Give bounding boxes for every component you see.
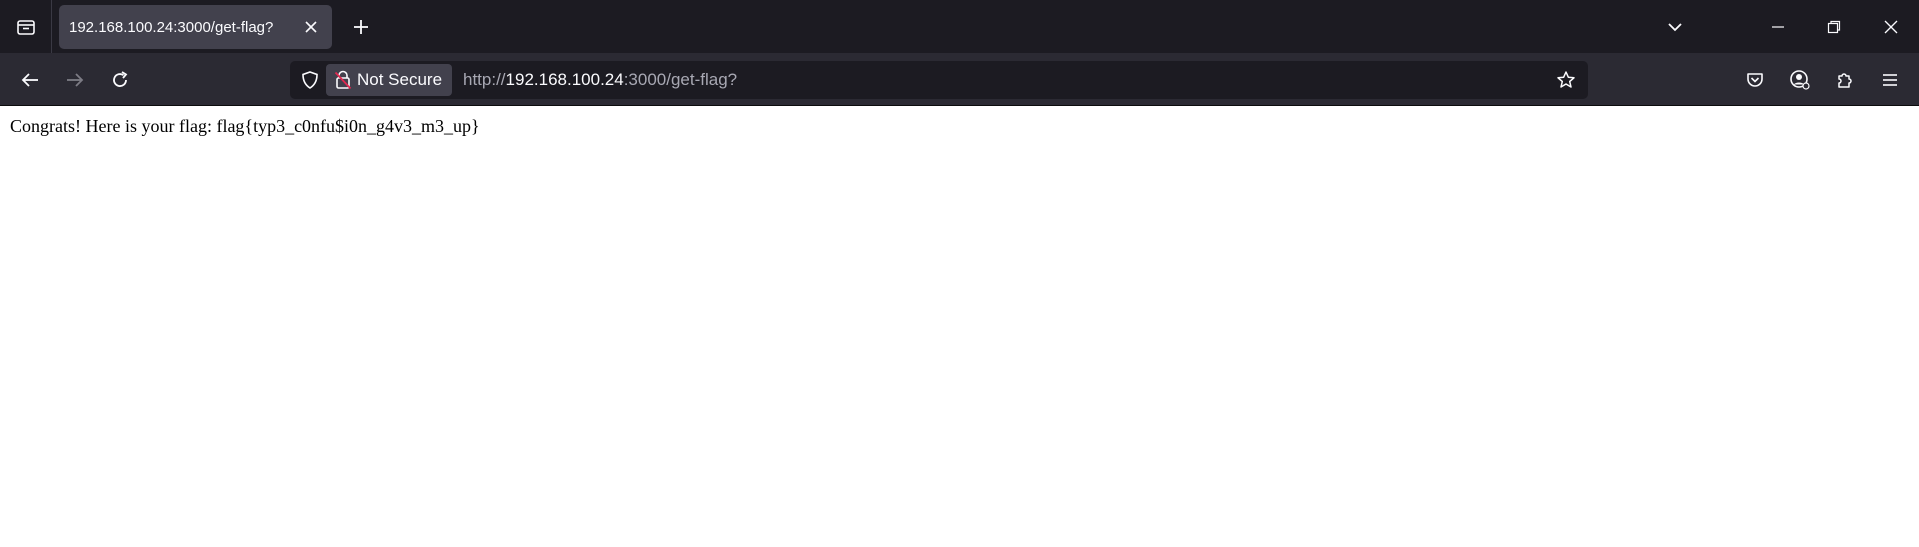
- pocket-icon: [1747, 73, 1763, 87]
- navigation-toolbar: Not Secure http://192.168.100.24:3000/ge…: [0, 53, 1919, 106]
- tab-active[interactable]: 192.168.100.24:3000/get-flag?: [59, 5, 332, 49]
- extensions-button[interactable]: [1828, 63, 1862, 97]
- tab-title: 192.168.100.24:3000/get-flag?: [69, 18, 274, 36]
- tab-list-button[interactable]: [0, 0, 52, 53]
- chevron-down-icon: [1668, 23, 1682, 32]
- url-text[interactable]: http://192.168.100.24:3000/get-flag?: [463, 70, 737, 90]
- pocket-button[interactable]: [1738, 63, 1772, 97]
- tracking-protection-button[interactable]: [296, 66, 324, 94]
- insecure-lock-icon: [334, 70, 352, 90]
- close-icon: [305, 21, 317, 33]
- not-secure-label: Not Secure: [357, 70, 443, 89]
- reload-icon: [113, 71, 128, 87]
- minimize-button[interactable]: [1755, 0, 1801, 53]
- forward-button[interactable]: [58, 63, 92, 97]
- application-menu-button[interactable]: [1873, 63, 1907, 97]
- flag-message: Congrats! Here is your flag: flag{typ3_c…: [10, 116, 480, 136]
- extensions-icon: [1838, 73, 1852, 88]
- account-icon: [1790, 70, 1810, 90]
- window-close-button[interactable]: [1868, 0, 1914, 53]
- forward-arrow-icon: [67, 73, 84, 87]
- url-path: :3000/get-flag?: [623, 70, 738, 89]
- url-bar[interactable]: Not Secure http://192.168.100.24:3000/ge…: [290, 61, 1588, 99]
- title-bar: 192.168.100.24:3000/get-flag?: [0, 0, 1919, 53]
- plus-icon: [354, 20, 368, 34]
- back-arrow-icon: [21, 73, 38, 87]
- back-button[interactable]: [13, 63, 47, 97]
- url-scheme: http://: [463, 70, 506, 89]
- url-host: 192.168.100.24: [505, 70, 624, 89]
- new-tab-button[interactable]: [346, 12, 376, 42]
- restore-icon: [1827, 20, 1841, 33]
- reload-button[interactable]: [103, 63, 137, 97]
- minimize-icon: [1772, 25, 1784, 28]
- list-all-tabs-button[interactable]: [1660, 12, 1690, 42]
- tab-list-icon: [16, 19, 35, 35]
- shield-icon: [302, 71, 318, 89]
- window-close-icon: [1884, 20, 1898, 33]
- restore-button[interactable]: [1811, 0, 1857, 53]
- hamburger-menu-icon: [1883, 74, 1897, 86]
- bookmark-button[interactable]: [1552, 66, 1580, 94]
- account-button[interactable]: [1783, 63, 1817, 97]
- not-secure-indicator[interactable]: Not Secure: [326, 64, 453, 96]
- page-content: Congrats! Here is your flag: flag{typ3_c…: [0, 106, 1919, 147]
- tab-close-button[interactable]: [299, 15, 323, 39]
- star-icon: [1557, 71, 1575, 88]
